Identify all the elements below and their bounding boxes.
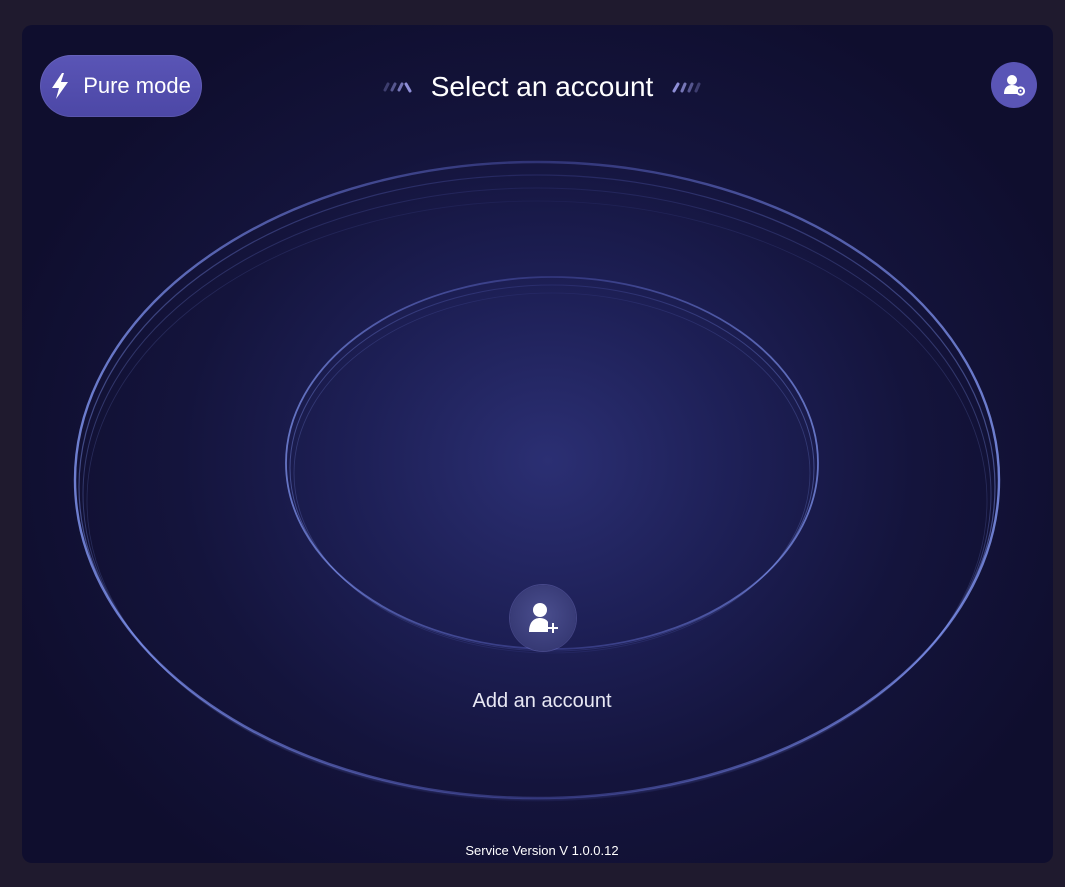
service-version-text: Service Version V 1.0.0.12 — [465, 843, 619, 858]
orbit-rings-decoration — [73, 160, 1001, 802]
user-add-icon — [529, 603, 558, 633]
page-title: Select an account — [430, 71, 654, 102]
account-settings-button[interactable] — [991, 62, 1037, 108]
page-header: Select an account — [362, 67, 722, 107]
left-dash-decoration — [383, 82, 412, 93]
add-account-label[interactable]: Add an account — [402, 690, 682, 713]
lightning-bolt-icon — [52, 73, 69, 99]
device-frame: Pure mode Select an account Add an accou… — [0, 0, 1065, 887]
pure-mode-button[interactable]: Pure mode — [40, 55, 202, 117]
right-dash-decoration — [672, 82, 701, 93]
add-account-button[interactable] — [510, 585, 576, 651]
user-gear-icon — [1004, 75, 1026, 96]
pure-mode-label: Pure mode — [83, 73, 191, 98]
account-select-screen: Pure mode Select an account Add an accou… — [22, 25, 1053, 863]
